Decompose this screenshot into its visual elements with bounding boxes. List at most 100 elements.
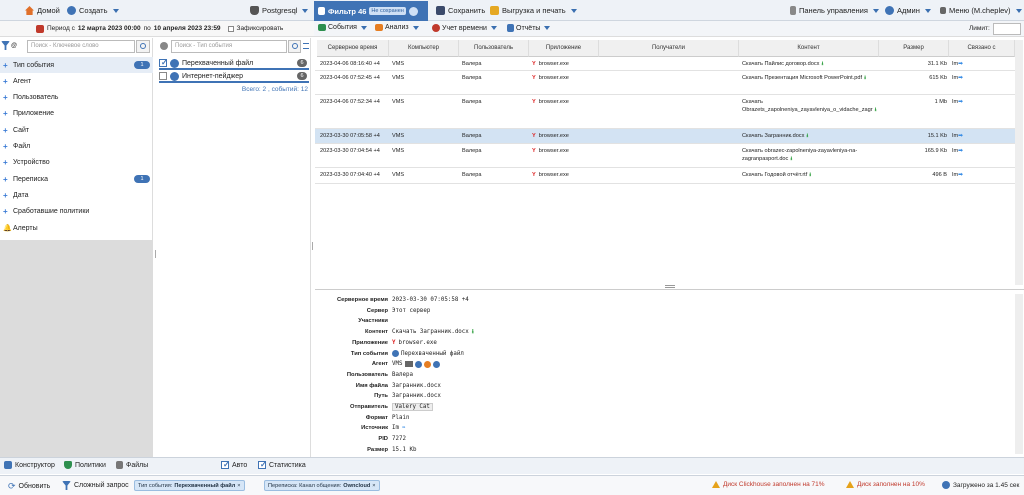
filter-count-badge[interactable]: 1: [134, 61, 150, 69]
period-from[interactable]: 12 марта 2023 00:00: [78, 25, 141, 32]
filter-type-select[interactable]: @: [1, 41, 17, 50]
tab-filter[interactable]: Фильтр 46 Не сохранен: [314, 1, 428, 21]
event-type-search-input[interactable]: Поиск - Тип события: [171, 40, 287, 53]
filter-count-badge[interactable]: 1: [134, 175, 150, 184]
clock-icon[interactable]: [433, 360, 441, 368]
event-type-checkbox[interactable]: [159, 72, 167, 80]
sidebar-item[interactable]: + Пользователь: [0, 90, 153, 106]
arrow-right-icon[interactable]: ➡: [958, 61, 963, 67]
sidebar-item[interactable]: + Тип события 1: [0, 57, 153, 73]
plus-icon: +: [3, 76, 8, 86]
analysis-menu[interactable]: Анализ: [375, 24, 419, 31]
complex-query-button[interactable]: Сложный запрос: [62, 481, 129, 490]
search-button[interactable]: [288, 40, 301, 53]
stats-toggle[interactable]: ✓ Статистика: [258, 460, 306, 469]
download-icon[interactable]: ⭳: [790, 155, 792, 163]
close-icon[interactable]: ×: [237, 483, 240, 489]
admin-menu[interactable]: Админ: [885, 4, 931, 17]
scrollbar[interactable]: [1015, 294, 1023, 454]
arrow-right-icon[interactable]: ➡: [958, 75, 963, 81]
create-button[interactable]: Создать: [67, 4, 119, 17]
sidebar-item[interactable]: + Приложение: [0, 106, 153, 122]
monitor-icon[interactable]: [405, 361, 414, 368]
sender-tag[interactable]: Valery Cat: [392, 403, 433, 411]
select-all-icon[interactable]: [160, 42, 168, 50]
tab-policies[interactable]: Политики: [64, 461, 106, 469]
table-row[interactable]: 2023-04-06 07:52:34 +4 VMS Валера Ybrowser.…: [315, 95, 1015, 129]
download-icon[interactable]: ⭳: [864, 74, 866, 82]
list-item[interactable]: Интернет-пейджер 6: [159, 71, 309, 83]
event-type-checkbox[interactable]: ✓: [159, 58, 168, 67]
table-row[interactable]: 2023-04-06 07:52:45 +4 VMS Валера Ybrowser.…: [315, 71, 1015, 95]
save-button[interactable]: Сохранить: [436, 4, 485, 17]
auto-toggle[interactable]: ✓ Авто: [221, 460, 247, 469]
disk-warning[interactable]: Диск заполнен на 10%: [846, 481, 925, 488]
list-item[interactable]: ✓ Перехваченный файл 6: [159, 58, 309, 70]
sidebar-item[interactable]: + Сайт: [0, 122, 153, 138]
column-header[interactable]: Получатели: [599, 40, 739, 57]
clickhouse-disk-warning[interactable]: Диск Clickhouse заполнен на 71%: [712, 481, 825, 488]
download-icon[interactable]: ⭳: [806, 132, 808, 140]
arrow-right-icon[interactable]: ➡: [958, 133, 963, 139]
sidebar-item[interactable]: + Сработавшие политики: [0, 204, 153, 220]
fix-period-checkbox[interactable]: [227, 25, 234, 32]
sidebar-item[interactable]: + Файл: [0, 139, 153, 155]
arrow-right-icon[interactable]: ➡: [402, 425, 406, 431]
home-button[interactable]: Домой: [25, 4, 60, 17]
limit-input[interactable]: [993, 23, 1021, 35]
close-icon[interactable]: ×: [372, 483, 375, 489]
auto-checkbox[interactable]: ✓: [221, 460, 230, 469]
column-header[interactable]: Пользователь: [459, 40, 529, 57]
column-header[interactable]: Компьютер: [389, 40, 459, 57]
gear-icon[interactable]: [415, 360, 423, 368]
download-icon[interactable]: ⭳: [821, 60, 823, 68]
yandex-browser-icon: Y: [532, 75, 536, 81]
export-button[interactable]: Выгрузка и печать: [490, 4, 577, 17]
events-menu[interactable]: События: [318, 24, 367, 31]
cell-user: Валера: [462, 99, 482, 105]
table-row[interactable]: 2023-03-30 07:05:58 +4 VMS Валера Ybrowser.…: [315, 129, 1015, 144]
download-icon[interactable]: ⭳: [875, 106, 877, 114]
arrow-right-icon[interactable]: ➡: [958, 148, 963, 154]
column-header[interactable]: Связано с: [949, 40, 1015, 57]
search-button[interactable]: [136, 40, 150, 53]
column-header[interactable]: Приложение: [529, 40, 599, 57]
keyword-search-input[interactable]: Поиск - Ключевое слово: [27, 40, 135, 53]
download-icon[interactable]: ⭳: [472, 327, 474, 337]
chevron-down-icon: [490, 26, 497, 30]
db-select[interactable]: Postgresql: [250, 4, 309, 17]
sidebar-item[interactable]: + Переписка 1: [0, 171, 153, 187]
gear-icon[interactable]: [408, 6, 418, 16]
sidebar-item[interactable]: + Устройство: [0, 155, 153, 171]
table-row[interactable]: 2023-03-30 07:04:54 +4 VMS Валера Ybrowser.…: [315, 144, 1015, 168]
table-row[interactable]: 2023-04-06 08:16:40 +4 VMS Валера Ybrowser.…: [315, 57, 1015, 71]
splitter-handle[interactable]: [312, 242, 313, 250]
table-row[interactable]: 2023-03-30 07:04:40 +4 VMS Валера Ybrowser.…: [315, 168, 1015, 184]
dashboard-menu[interactable]: Панель управления: [790, 4, 879, 17]
sidebar-item[interactable]: + Агент: [0, 73, 153, 89]
pane-resize-handle[interactable]: [665, 285, 675, 288]
arrow-right-icon[interactable]: ➡: [958, 99, 963, 105]
column-header[interactable]: Контент: [739, 40, 879, 57]
scrollbar[interactable]: [1015, 40, 1023, 285]
tab-constructor[interactable]: Конструктор: [4, 461, 55, 469]
timeline-menu[interactable]: Учет времени: [432, 24, 497, 32]
calendar-icon[interactable]: [36, 24, 44, 33]
list-view-icon[interactable]: [303, 43, 309, 49]
sidebar-item[interactable]: + Дата: [0, 187, 153, 203]
filter-chip-channel[interactable]: Переписка: Канал общения: Owncloud ×: [264, 480, 380, 491]
refresh-button[interactable]: ⟳ Обновить: [8, 481, 50, 492]
period-to[interactable]: 10 апреля 2023 23:59: [154, 25, 221, 32]
reports-menu[interactable]: Отчёты: [507, 24, 551, 32]
stats-checkbox[interactable]: ✓: [258, 460, 267, 469]
download-icon[interactable]: ⭳: [809, 171, 811, 179]
column-header[interactable]: Серверное время: [317, 40, 389, 57]
splitter-handle[interactable]: [155, 250, 156, 258]
column-header[interactable]: Размер: [879, 40, 949, 57]
filter-chip-event-type[interactable]: Тип события: Перехваченный файл ×: [134, 480, 245, 491]
arrow-right-icon[interactable]: ➡: [958, 172, 963, 178]
user-menu[interactable]: Меню (M.cheplev): [940, 4, 1022, 17]
browser-icon[interactable]: [424, 360, 432, 368]
tab-files[interactable]: Файлы: [116, 461, 148, 469]
sidebar-item[interactable]: 🔔 Алерты: [0, 220, 153, 236]
